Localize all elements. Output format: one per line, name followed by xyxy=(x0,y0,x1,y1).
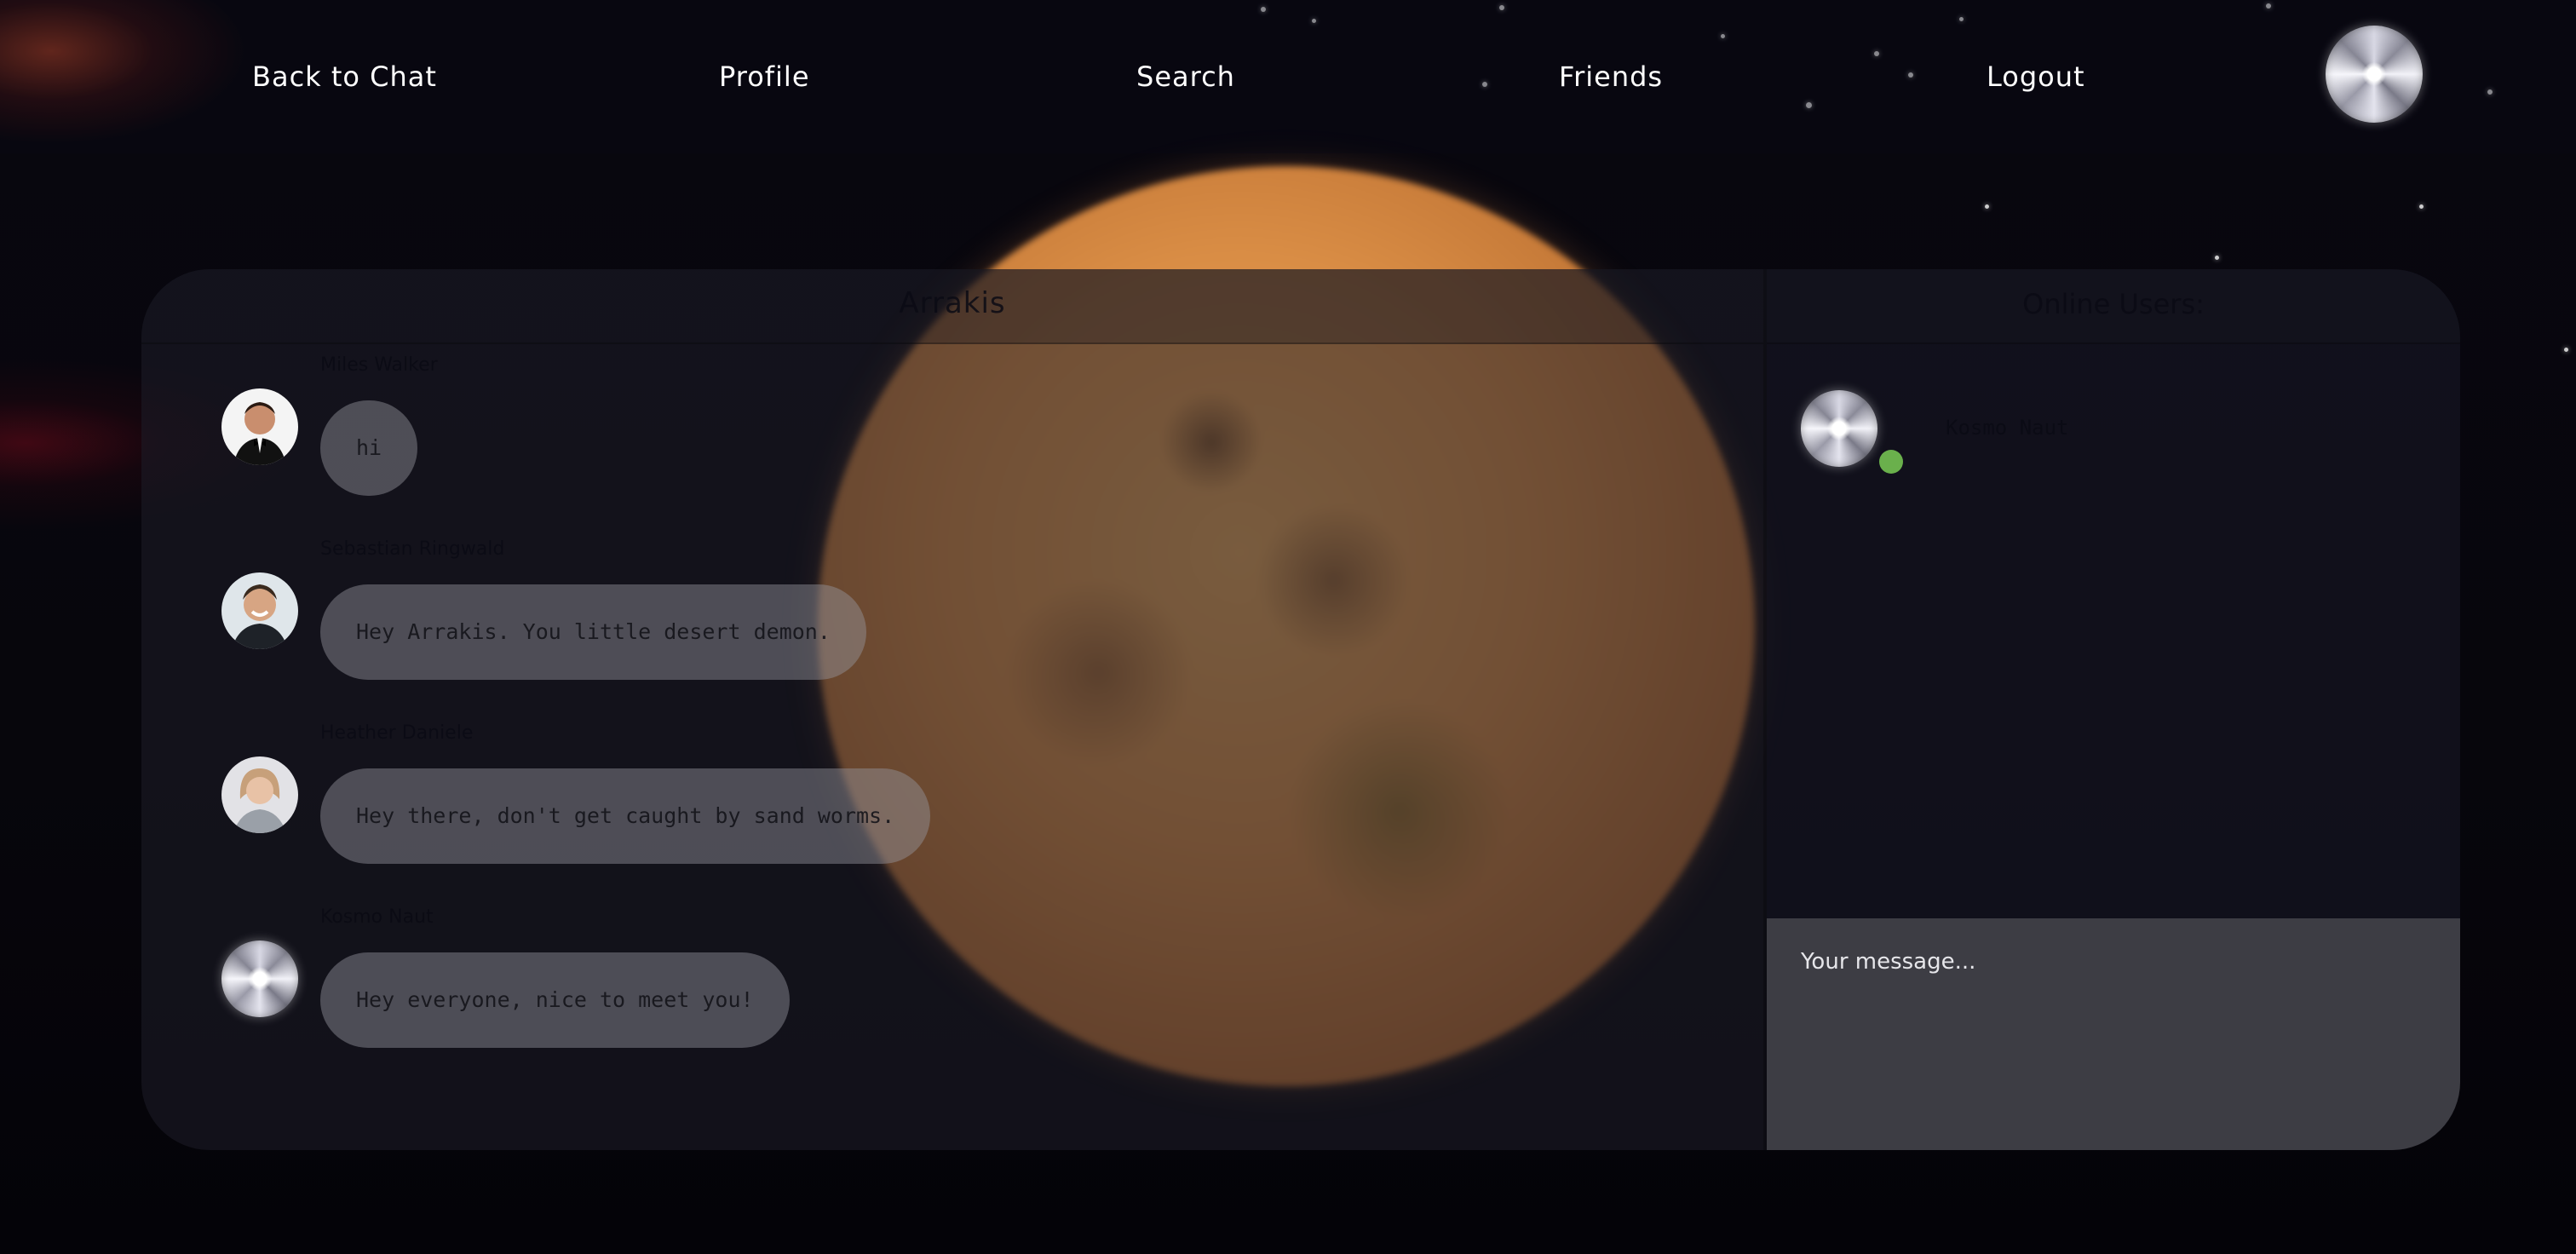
room-title: Arrakis xyxy=(899,286,1006,320)
online-user-item[interactable]: Kosmo Naut xyxy=(1801,390,2397,475)
chat-header: Arrakis xyxy=(141,269,1763,344)
message-author: Sebastian Ringwald xyxy=(320,538,505,560)
online-users-title: Online Users: xyxy=(2022,288,2205,320)
message-author: Kosmo Naut xyxy=(320,906,434,928)
chat-panel: Arrakis Miles Walker hi Sebastian Ringwa… xyxy=(141,269,1763,1150)
silver-orb-avatar-icon xyxy=(1801,390,1877,467)
star xyxy=(2564,348,2568,352)
message-input[interactable] xyxy=(1767,918,2460,1150)
nav-profile-link[interactable]: Profile xyxy=(719,58,810,95)
star xyxy=(1985,204,1989,209)
online-user-name: Kosmo Naut xyxy=(1946,416,2069,440)
user-photo-woman-icon xyxy=(221,756,298,833)
user-photo-tuxedo-icon xyxy=(221,388,298,465)
message-composer xyxy=(1767,918,2460,1150)
nav-friends-link[interactable]: Friends xyxy=(1559,58,1663,95)
star xyxy=(2419,204,2424,209)
message-bubble: Hey there, don't get caught by sand worm… xyxy=(320,768,931,864)
top-navbar: Back to Chat Profile Search Friends Logo… xyxy=(0,0,2576,153)
user-photo-smiling-icon xyxy=(221,572,298,649)
star xyxy=(2215,256,2219,260)
message-bubble: hi xyxy=(320,400,418,496)
online-users-header: Online Users: xyxy=(1767,269,2460,344)
message-author: Heather Daniele xyxy=(320,722,474,744)
online-users-panel: Online Users: Kosmo Naut xyxy=(1767,269,2460,918)
app-background: Back to Chat Profile Search Friends Logo… xyxy=(0,0,2576,1254)
message-bubble: Hey everyone, nice to meet you! xyxy=(320,952,790,1048)
nav-logout-link[interactable]: Logout xyxy=(1987,58,2085,95)
nav-search-link[interactable]: Search xyxy=(1136,58,1235,95)
user-avatar-icon[interactable] xyxy=(2326,26,2423,123)
resize-handle-icon[interactable] xyxy=(2441,1131,2457,1147)
online-status-dot xyxy=(1879,450,1903,474)
silver-orb-avatar-icon xyxy=(221,940,298,1017)
message-bubble: Hey Arrakis. You little desert demon. xyxy=(320,584,866,680)
message-author: Miles Walker xyxy=(320,354,438,376)
nav-back-to-chat-link[interactable]: Back to Chat xyxy=(252,58,437,95)
chat-card: Arrakis Miles Walker hi Sebastian Ringwa… xyxy=(141,269,2460,1150)
